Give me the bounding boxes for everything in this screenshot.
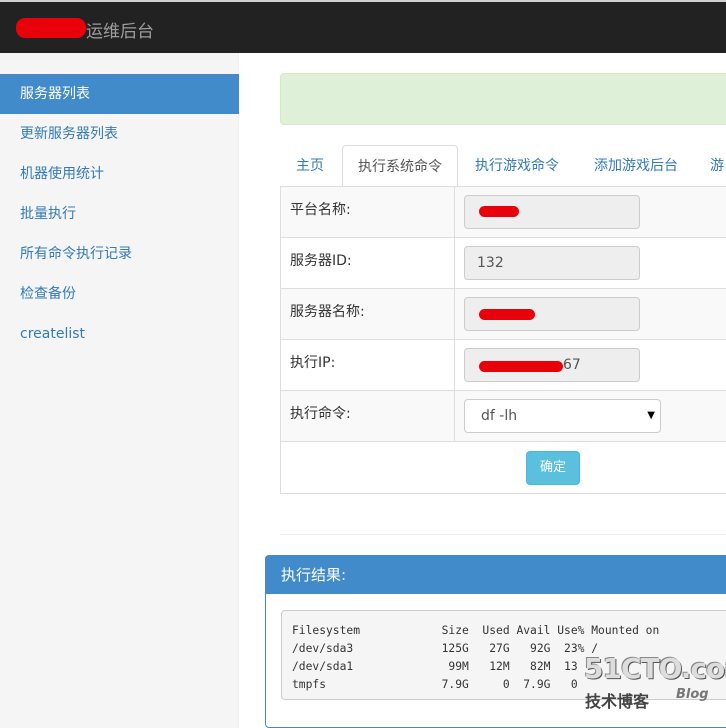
command-selected-value: df -lh xyxy=(481,408,518,424)
server-name-label: 服务器名称: xyxy=(281,289,455,339)
form-row-command: 执行命令: df -lh ▼ xyxy=(281,391,726,442)
form-row-platform: 平台名称: xyxy=(281,187,726,238)
sidebar-item-machine-usage-stats[interactable]: 机器使用统计 xyxy=(0,154,239,194)
sidebar: 服务器列表 更新服务器列表 机器使用统计 批量执行 所有命令执行记录 检查备份 … xyxy=(0,53,239,728)
watermark-blog: Blog xyxy=(676,687,709,702)
form-row-ip: 执行IP: 67 xyxy=(281,340,726,391)
sidebar-item-createlist[interactable]: createlist xyxy=(0,314,239,354)
command-select[interactable]: df -lh ▼ xyxy=(464,399,661,433)
tab-game-command[interactable]: 执行游戏命令 xyxy=(460,145,574,187)
server-name-field[interactable] xyxy=(464,297,640,331)
sidebar-item-update-server-list[interactable]: 更新服务器列表 xyxy=(0,114,239,154)
tab-system-command[interactable]: 执行系统命令 xyxy=(342,145,458,187)
tab-add-game-backend[interactable]: 添加游戏后台 xyxy=(578,145,694,187)
form-row-server-id: 服务器ID: 132 xyxy=(281,238,726,289)
command-form: 平台名称: 服务器ID: 132 服务器名称: 执行IP: 67 执行命令: d… xyxy=(280,186,726,494)
tab-more[interactable]: 游 xyxy=(698,145,726,187)
command-label: 执行命令: xyxy=(281,391,455,441)
brand-redaction xyxy=(16,18,86,38)
confirm-button[interactable]: 确定 xyxy=(526,451,580,485)
watermark-brand: 51CTO.com xyxy=(584,652,726,685)
tab-home[interactable]: 主页 xyxy=(280,145,340,187)
tab-bar: 主页 执行系统命令 执行游戏命令 添加游戏后台 游 xyxy=(280,145,726,187)
sidebar-item-batch-execute[interactable]: 批量执行 xyxy=(0,194,239,234)
ip-redaction xyxy=(479,361,563,372)
sidebar-item-check-backup[interactable]: 检查备份 xyxy=(0,274,239,314)
watermark-subtitle: 技术博客 xyxy=(585,692,650,711)
platform-field[interactable] xyxy=(464,195,640,229)
top-navbar: 运维后台 xyxy=(0,0,726,53)
caret-down-icon: ▼ xyxy=(647,410,655,421)
ip-visible-suffix: 67 xyxy=(563,357,581,373)
success-alert xyxy=(280,73,726,125)
sidebar-item-server-list[interactable]: 服务器列表 xyxy=(0,74,239,114)
result-panel-title: 执行结果: xyxy=(266,556,726,594)
ip-field[interactable]: 67 xyxy=(464,348,640,382)
sidebar-item-command-history[interactable]: 所有命令执行记录 xyxy=(0,234,239,274)
output-line: Filesystem Size Used Avail Use% Mounted … xyxy=(292,624,660,637)
platform-label: 平台名称: xyxy=(281,187,455,237)
server-id-label: 服务器ID: xyxy=(281,238,455,288)
brand-title[interactable]: 运维后台 xyxy=(86,17,154,42)
server-name-redaction xyxy=(479,309,535,320)
form-row-server-name: 服务器名称: xyxy=(281,289,726,340)
ip-label: 执行IP: xyxy=(281,340,455,390)
server-id-field[interactable]: 132 xyxy=(464,246,640,280)
divider xyxy=(280,534,726,535)
platform-redaction xyxy=(479,206,519,217)
watermark: 51CTO.com 技术博客 Blog xyxy=(584,652,726,712)
